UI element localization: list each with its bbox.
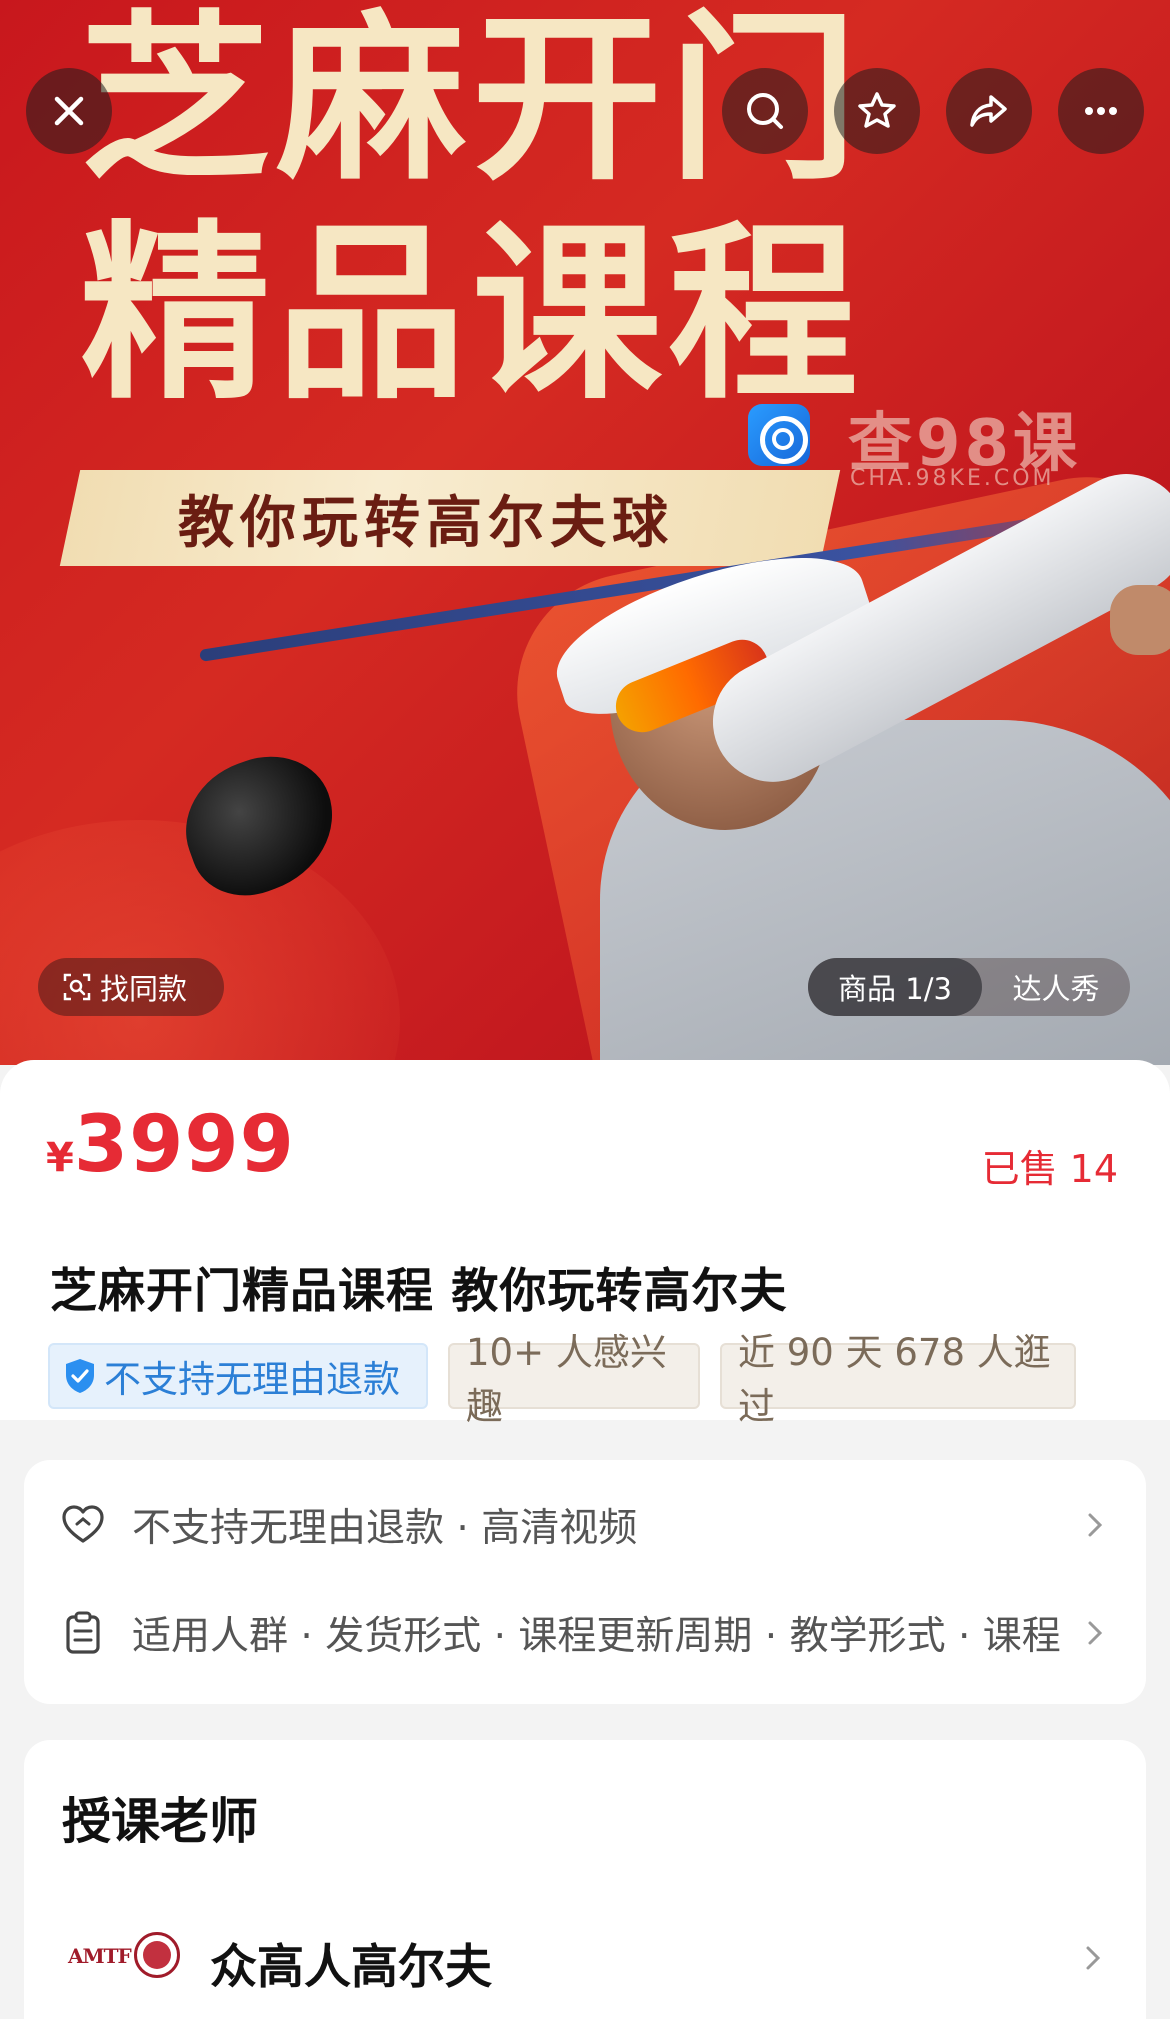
price: ¥3999 [46,1100,295,1190]
search-button[interactable] [722,68,808,154]
service-row-returns[interactable]: 不支持无理由退款 · 高清视频 [60,1490,1110,1560]
find-same-button[interactable]: 找同款 [38,958,224,1016]
search-icon [747,93,783,129]
chevron-right-icon [1088,1621,1103,1645]
golfer-hand [1110,585,1170,655]
interest-tag: 10+ 人感兴趣 [448,1331,700,1428]
star-icon [858,92,896,128]
shield-check-icon [66,1359,94,1393]
more-button[interactable] [1058,68,1144,154]
hero-banner-text: 教你玩转高尔夫球 [178,491,674,556]
teacher-name[interactable]: 众高人高尔夫 [210,1928,492,1997]
sold-count: 已售 14 [981,1147,1118,1191]
chevron-right-icon [1088,1513,1103,1537]
share-icon [970,95,1007,127]
heart-return-icon [62,1505,104,1543]
service-row-text: 适用人群 · 发货形式 · 课程更新周期 · 教学形式 · 课程... [132,1614,1062,1659]
close-icon [54,96,84,126]
teacher-section-heading: 授课老师 [62,1793,259,1850]
clipboard-icon [66,1611,100,1654]
chevron-right-icon[interactable] [1078,1943,1108,1973]
visits-tag: 近 90 天 678 人逛过 [720,1331,1076,1428]
share-button[interactable] [946,68,1032,154]
product-image-carousel[interactable]: 芝麻开门 精品课程 教你玩转高尔夫球 查98课 CHA.98KE.COM [0,0,1170,1065]
teacher-logo-icon [134,1932,180,1978]
service-row-text: 不支持无理由退款 · 高清视频 [132,1506,638,1551]
tab-influencer-show[interactable]: 达人秀 [996,958,1116,1016]
no-return-tag: 不支持无理由退款 [48,1343,428,1409]
watermark-logo-icon [748,404,810,466]
tab-product-images[interactable]: 商品 1/3 [808,958,982,1016]
find-same-label: 找同款 [100,972,188,1006]
product-title: 芝麻开门精品课程 教你玩转高尔夫 [50,1264,788,1319]
tag-label: 不支持无理由退款 [104,1358,400,1401]
hero-title-line2: 精品课程 [80,204,865,425]
price-value: 3999 [73,1100,295,1190]
watermark-subtext: CHA.98KE.COM [850,466,1055,491]
more-icon [1085,107,1117,115]
teacher-logo-text: AMTF [68,1944,132,1968]
close-button[interactable] [26,68,112,154]
currency-symbol: ¥ [46,1135,74,1181]
scan-search-icon [63,973,91,1001]
service-row-params[interactable]: 适用人群 · 发货形式 · 课程更新周期 · 教学形式 · 课程... [60,1598,1110,1668]
favorite-button[interactable] [834,68,920,154]
